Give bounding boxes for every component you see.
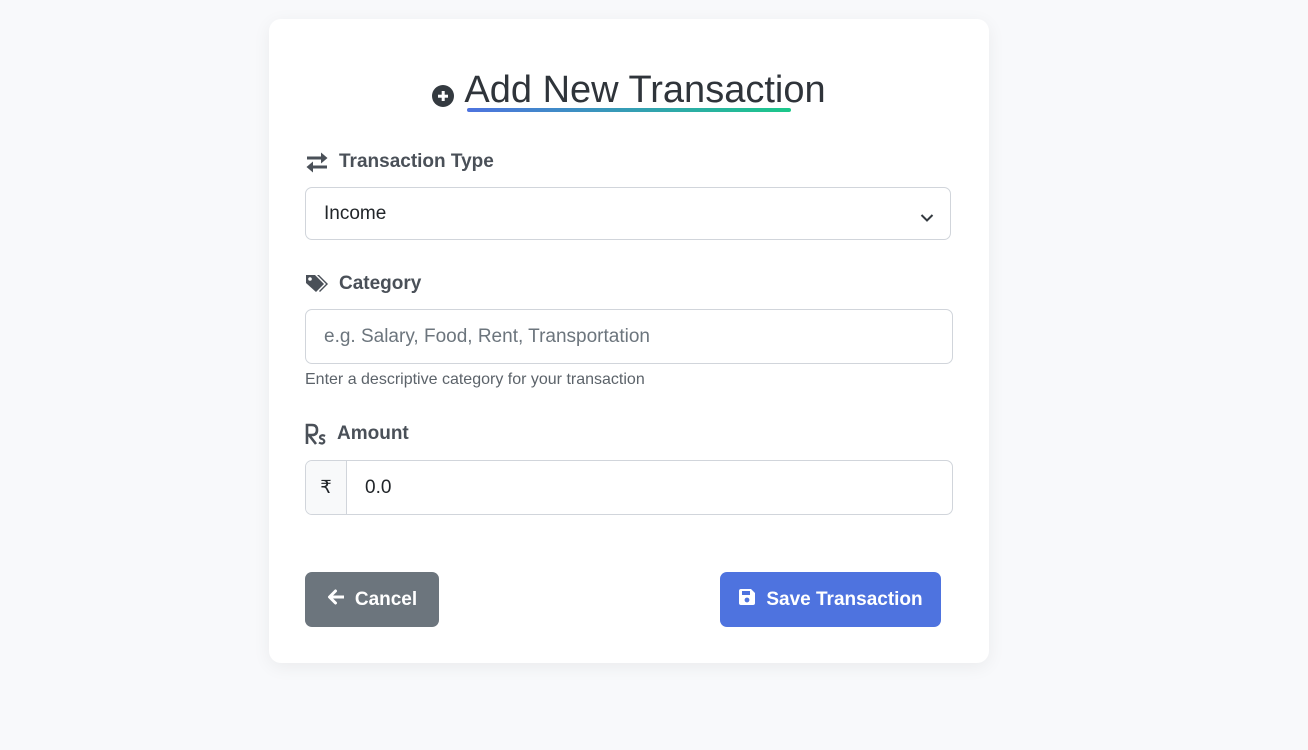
title-underline [467, 108, 791, 112]
category-label: Category [305, 273, 421, 295]
chevron-down-icon [920, 207, 934, 229]
cancel-button[interactable]: Cancel [305, 572, 439, 627]
cancel-button-label: Cancel [354, 588, 418, 610]
save-transaction-button[interactable]: Save Transaction [720, 572, 941, 627]
transaction-form-card: Add New Transaction Transaction Type Inc… [269, 19, 989, 663]
transaction-type-label: Transaction Type [305, 151, 494, 173]
transaction-type-value: Income [324, 202, 387, 224]
amount-label-text: Amount [337, 423, 409, 444]
amount-label: Amount [305, 423, 409, 445]
plus-circle-icon [432, 85, 455, 107]
page-title: Add New Transaction [464, 69, 826, 111]
transaction-type-select[interactable]: Income [305, 187, 951, 240]
floppy-disk-icon [738, 588, 756, 612]
category-label-text: Category [339, 273, 422, 294]
amount-input[interactable] [347, 461, 952, 514]
amount-input-group: ₹ [305, 460, 953, 515]
transaction-type-label-text: Transaction Type [339, 151, 494, 172]
page-title-row: Add New Transaction [432, 69, 826, 111]
category-input[interactable] [305, 309, 953, 364]
exchange-arrows-icon [305, 151, 329, 173]
arrow-left-icon [327, 589, 345, 611]
save-button-label: Save Transaction [766, 588, 923, 610]
page-header: Add New Transaction [269, 71, 989, 112]
currency-prefix: ₹ [306, 461, 347, 514]
category-help-text: Enter a descriptive category for your tr… [305, 371, 645, 388]
rupee-sign-icon [305, 423, 327, 445]
tags-icon [305, 273, 329, 295]
